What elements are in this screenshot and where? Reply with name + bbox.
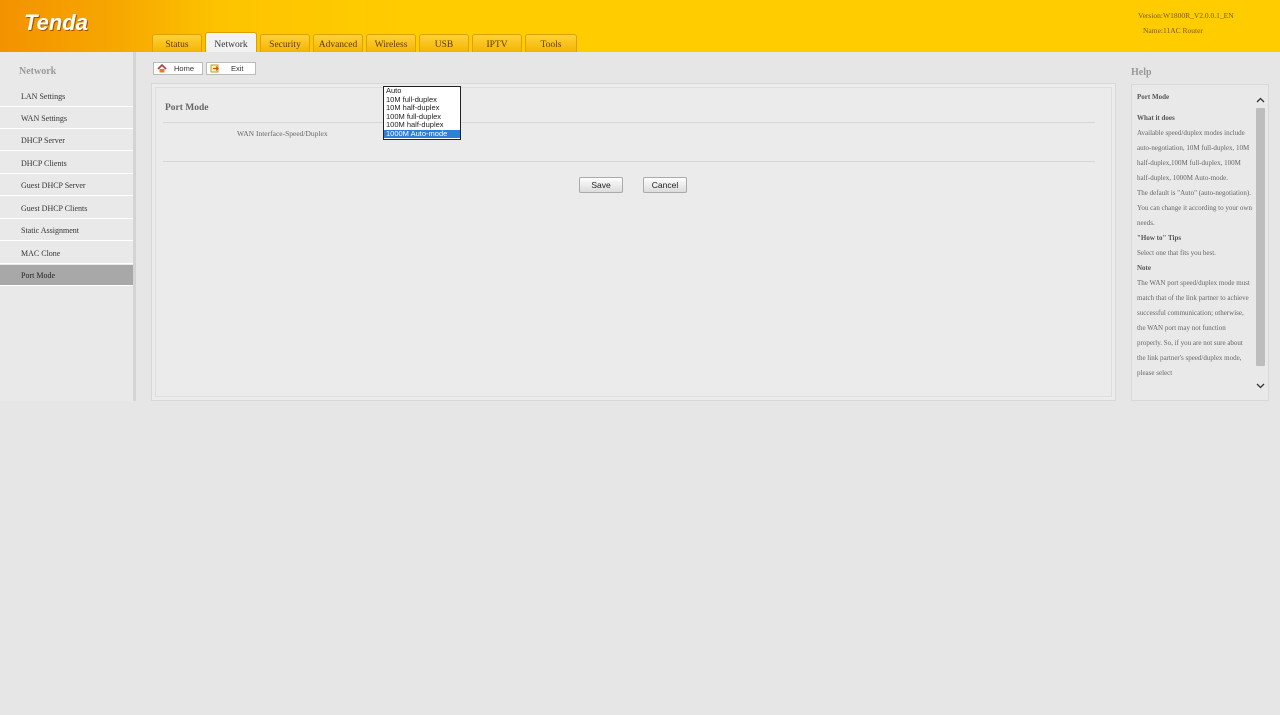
tab-security[interactable]: Security	[260, 34, 310, 52]
tab-network[interactable]: Network	[205, 32, 257, 52]
sidebar-item-mac-clone[interactable]: MAC Clone	[0, 243, 135, 264]
home-label: Home	[174, 64, 195, 73]
divider-bottom	[163, 161, 1095, 162]
scroll-up-icon[interactable]	[1254, 94, 1267, 106]
exit-button[interactable]: Exit	[206, 62, 256, 75]
sidebar-title: Network	[19, 66, 57, 77]
help-default-text: The default is "Auto" (auto-negotiation)…	[1137, 189, 1252, 227]
help-scroll-thumb[interactable]	[1256, 108, 1265, 366]
tenda-logo: Tenda	[24, 10, 88, 35]
home-button[interactable]: Home	[153, 62, 203, 75]
exit-label: Exit	[231, 64, 244, 73]
page-title: Port Mode	[165, 103, 209, 113]
sidebar-item-dhcp-server[interactable]: DHCP Server	[0, 130, 135, 151]
wan-speed-duplex-select[interactable]: Auto 10M full-duplex 10M half-duplex 100…	[383, 86, 461, 140]
home-icon	[157, 63, 167, 73]
help-how-to-text: Select one that fits you best.	[1137, 249, 1216, 257]
help-note-heading: Note	[1137, 264, 1151, 272]
divider-top	[163, 122, 1095, 123]
sidebar-item-wan-settings[interactable]: WAN Settings	[0, 108, 135, 129]
main-tabs: Status Network Security Advanced Wireles…	[152, 32, 580, 52]
tab-wireless[interactable]: Wireless	[366, 34, 416, 52]
help-what-it-does-heading: What it does	[1137, 114, 1175, 122]
sidebar-item-guest-dhcp-clients[interactable]: Guest DHCP Clients	[0, 198, 135, 219]
sidebar-item-static-assignment[interactable]: Static Assignment	[0, 220, 135, 241]
save-button[interactable]: Save	[579, 177, 623, 193]
sidebar-divider	[133, 52, 136, 401]
tab-tools[interactable]: Tools	[525, 34, 577, 52]
sidebar-item-port-mode[interactable]: Port Mode	[0, 265, 135, 286]
option-1000m-auto-mode[interactable]: 1000M Auto-mode	[384, 129, 460, 138]
cancel-button[interactable]: Cancel	[643, 177, 687, 193]
exit-icon	[210, 64, 220, 73]
header-bar: Tenda Status Network Security Advanced W…	[0, 0, 1280, 52]
wan-speed-duplex-label: WAN Interface-Speed/Duplex	[237, 129, 328, 138]
tab-advanced[interactable]: Advanced	[313, 34, 363, 52]
sidebar-item-dhcp-clients[interactable]: DHCP Clients	[0, 153, 135, 174]
sidebar-item-guest-dhcp-server[interactable]: Guest DHCP Server	[0, 175, 135, 196]
help-what-it-does-text: Available speed/duplex modes include aut…	[1137, 129, 1250, 182]
firmware-version: Version:W1800R_V2.0.0.1_EN	[1138, 11, 1234, 20]
help-note-text: The WAN port speed/duplex mode must matc…	[1137, 279, 1250, 377]
tab-status[interactable]: Status	[152, 34, 202, 52]
device-name: Name:11AC Router	[1143, 26, 1203, 35]
help-content: Port Mode What it does Available speed/d…	[1137, 90, 1252, 381]
help-heading: Port Mode	[1137, 93, 1170, 101]
help-title: Help	[1131, 67, 1152, 78]
help-panel[interactable]: Port Mode What it does Available speed/d…	[1131, 84, 1269, 401]
scroll-down-icon[interactable]	[1254, 380, 1267, 392]
help-how-to-heading: "How to" Tips	[1137, 234, 1182, 242]
sidebar: Network LAN Settings WAN Settings DHCP S…	[0, 52, 135, 401]
sidebar-item-lan-settings[interactable]: LAN Settings	[0, 86, 135, 107]
tab-usb[interactable]: USB	[419, 34, 469, 52]
tab-iptv[interactable]: IPTV	[472, 34, 522, 52]
